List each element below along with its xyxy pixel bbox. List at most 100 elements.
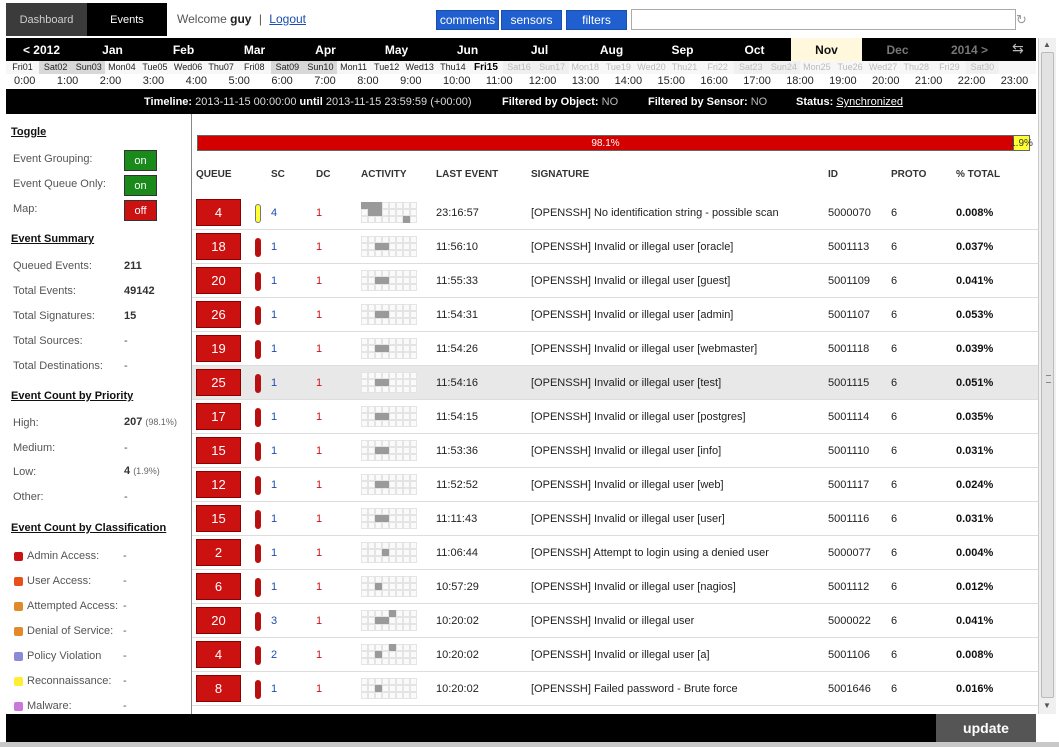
- day-wed27[interactable]: Wed27: [867, 61, 900, 74]
- hour-600[interactable]: 6:00: [271, 75, 292, 87]
- hour-1000[interactable]: 10:00: [443, 75, 471, 87]
- tab-events[interactable]: Events: [87, 3, 167, 36]
- table-row[interactable]: 6 1 1 10:57:29 [OPENSSH] Invalid or illegal …: [192, 570, 1038, 604]
- header-sc[interactable]: SC: [271, 169, 285, 180]
- source-count-link[interactable]: 1: [271, 377, 277, 389]
- hour-300[interactable]: 3:00: [143, 75, 164, 87]
- header-activity[interactable]: ACTIVITY: [361, 169, 407, 180]
- month-nov[interactable]: Nov: [791, 38, 862, 61]
- queue-count-button[interactable]: 8: [196, 675, 241, 702]
- table-row[interactable]: 12 1 1 11:52:52 [OPENSSH] Invalid or illegal…: [192, 468, 1038, 502]
- hour-800[interactable]: 8:00: [357, 75, 378, 87]
- queue-count-button[interactable]: 12: [196, 471, 241, 498]
- hour-1300[interactable]: 13:00: [572, 75, 600, 87]
- scroll-down-icon[interactable]: ▼: [1043, 701, 1051, 710]
- day-sat02[interactable]: Sat02: [39, 61, 73, 74]
- day-thu21[interactable]: Thu21: [668, 61, 701, 74]
- destination-count-link[interactable]: 1: [316, 343, 322, 355]
- hour-2100[interactable]: 21:00: [915, 75, 943, 87]
- hour-400[interactable]: 4:00: [186, 75, 207, 87]
- day-sat09[interactable]: Sat09: [270, 61, 304, 74]
- day-sun03[interactable]: Sun03: [72, 61, 106, 74]
- header-dc[interactable]: DC: [316, 169, 330, 180]
- month-next-year[interactable]: 2014 >: [933, 38, 1006, 61]
- signature-text[interactable]: [OPENSSH] Invalid or illegal user [oracl…: [531, 241, 733, 253]
- day-sat30[interactable]: Sat30: [965, 61, 999, 74]
- day-mon04[interactable]: Mon04: [105, 61, 138, 74]
- signature-text[interactable]: [OPENSSH] Invalid or illegal user [a]: [531, 649, 710, 661]
- destination-count-link[interactable]: 1: [316, 615, 322, 627]
- header-queue[interactable]: QUEUE: [196, 169, 232, 180]
- comments-button[interactable]: comments: [436, 10, 499, 30]
- month-prev-year[interactable]: < 2012: [6, 38, 77, 61]
- queue-count-button[interactable]: 4: [196, 199, 241, 226]
- status-link[interactable]: Synchronized: [836, 96, 903, 108]
- hour-1700[interactable]: 17:00: [743, 75, 771, 87]
- toggle-map[interactable]: off: [124, 200, 157, 221]
- signature-text[interactable]: [OPENSSH] Invalid or illegal user [web]: [531, 479, 724, 491]
- toggle-event-grouping[interactable]: on: [124, 150, 157, 171]
- signature-text[interactable]: [OPENSSH] Invalid or illegal user [webma…: [531, 343, 757, 355]
- day-tue05[interactable]: Tue05: [138, 61, 171, 74]
- queue-count-button[interactable]: 20: [196, 607, 241, 634]
- signature-text[interactable]: [OPENSSH] Invalid or illegal user: [531, 615, 694, 627]
- day-thu07[interactable]: Thu07: [205, 61, 238, 74]
- day-sun10[interactable]: Sun10: [303, 61, 337, 74]
- header-last-event[interactable]: LAST EVENT: [436, 169, 498, 180]
- source-count-link[interactable]: 1: [271, 343, 277, 355]
- swap-icon[interactable]: ⇆: [1012, 40, 1024, 57]
- day-tue12[interactable]: Tue12: [370, 61, 403, 74]
- logout-link[interactable]: Logout: [269, 12, 306, 26]
- day-sat16[interactable]: Sat16: [502, 61, 536, 74]
- toggle-event-queue-only[interactable]: on: [124, 175, 157, 196]
- table-row[interactable]: 4 2 1 10:20:02 [OPENSSH] Invalid or illegal …: [192, 638, 1038, 672]
- table-row[interactable]: 26 1 1 11:54:31 [OPENSSH] Invalid or illegal…: [192, 298, 1038, 332]
- hour-1100[interactable]: 11:00: [486, 75, 513, 87]
- hour-1600[interactable]: 16:00: [700, 75, 728, 87]
- table-row[interactable]: 15 1 1 11:11:43 [OPENSSH] Invalid or illegal…: [192, 502, 1038, 536]
- day-thu14[interactable]: Thu14: [436, 61, 469, 74]
- hour-1800[interactable]: 18:00: [786, 75, 814, 87]
- hour-000[interactable]: 0:00: [14, 75, 35, 87]
- signature-text[interactable]: [OPENSSH] Failed password - Brute force: [531, 683, 738, 695]
- month-jun[interactable]: Jun: [432, 38, 503, 61]
- month-may[interactable]: May: [361, 38, 432, 61]
- header-proto[interactable]: PROTO: [891, 169, 926, 180]
- signature-text[interactable]: [OPENSSH] Invalid or illegal user [test]: [531, 377, 721, 389]
- day-thu28[interactable]: Thu28: [900, 61, 933, 74]
- hour-1200[interactable]: 12:00: [529, 75, 557, 87]
- day-mon18[interactable]: Mon18: [569, 61, 602, 74]
- queue-count-button[interactable]: 20: [196, 267, 241, 294]
- source-count-link[interactable]: 1: [271, 445, 277, 457]
- scroll-up-icon[interactable]: ▲: [1043, 40, 1051, 49]
- queue-count-button[interactable]: 2: [196, 539, 241, 566]
- destination-count-link[interactable]: 1: [316, 275, 322, 287]
- signature-text[interactable]: [OPENSSH] Invalid or illegal user [info]: [531, 445, 721, 457]
- header-id[interactable]: ID: [828, 169, 838, 180]
- destination-count-link[interactable]: 1: [316, 683, 322, 695]
- signature-text[interactable]: [OPENSSH] Invalid or illegal user [postg…: [531, 411, 746, 423]
- hour-100[interactable]: 1:00: [57, 75, 78, 87]
- queue-count-button[interactable]: 25: [196, 369, 241, 396]
- source-count-link[interactable]: 3: [271, 615, 277, 627]
- signature-text[interactable]: [OPENSSH] No identification string - pos…: [531, 207, 779, 219]
- queue-count-button[interactable]: 15: [196, 437, 241, 464]
- destination-count-link[interactable]: 1: [316, 649, 322, 661]
- signature-text[interactable]: [OPENSSH] Attempt to login using a denie…: [531, 547, 769, 559]
- hour-2300[interactable]: 23:00: [1001, 75, 1029, 87]
- source-count-link[interactable]: 1: [271, 683, 277, 695]
- header-signature[interactable]: SIGNATURE: [531, 169, 589, 180]
- destination-count-link[interactable]: 1: [316, 513, 322, 525]
- hour-2000[interactable]: 20:00: [872, 75, 900, 87]
- day-wed20[interactable]: Wed20: [635, 61, 668, 74]
- destination-count-link[interactable]: 1: [316, 309, 322, 321]
- hour-200[interactable]: 2:00: [100, 75, 121, 87]
- hour-700[interactable]: 7:00: [314, 75, 335, 87]
- signature-text[interactable]: [OPENSSH] Invalid or illegal user [user]: [531, 513, 725, 525]
- day-sun24[interactable]: Sun24: [767, 61, 801, 74]
- queue-count-button[interactable]: 6: [196, 573, 241, 600]
- source-count-link[interactable]: 2: [271, 649, 277, 661]
- tab-dashboard[interactable]: Dashboard: [6, 3, 87, 36]
- month-oct[interactable]: Oct: [718, 38, 791, 61]
- destination-count-link[interactable]: 1: [316, 377, 322, 389]
